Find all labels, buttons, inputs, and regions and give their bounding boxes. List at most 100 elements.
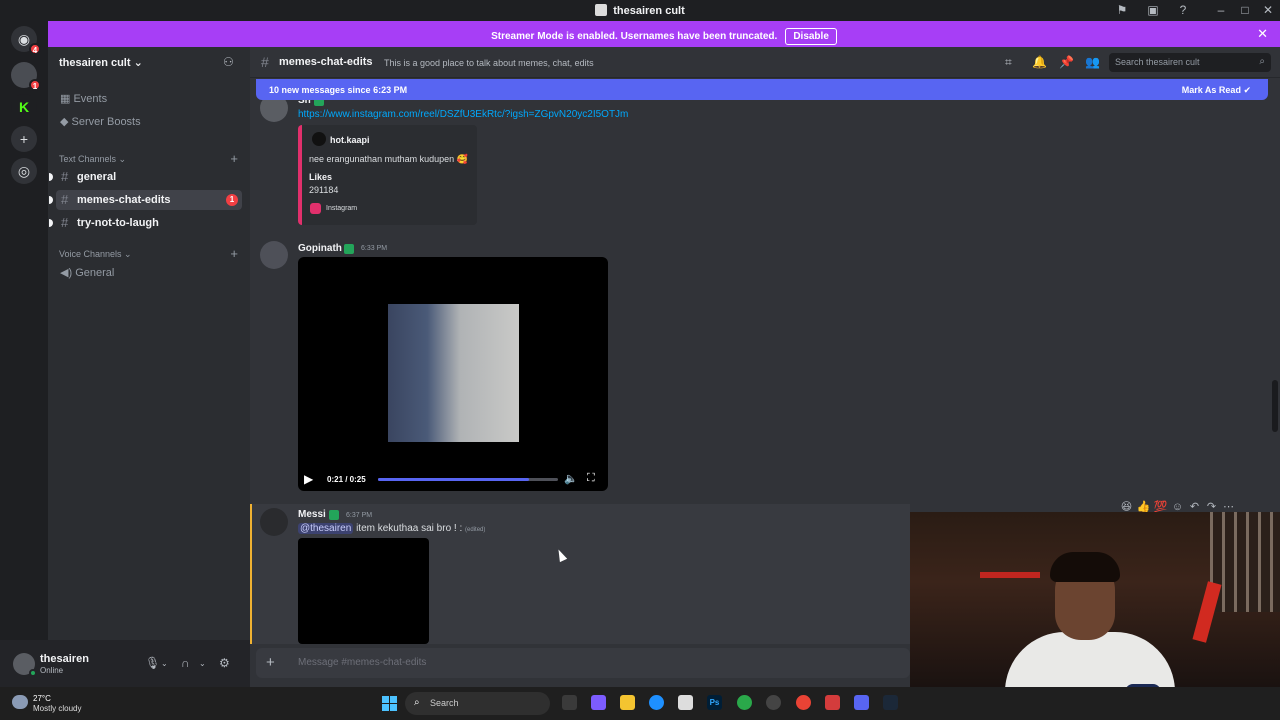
app-red-icon[interactable] (825, 695, 840, 710)
taskbar-search[interactable]: ⌕ Search (405, 692, 550, 715)
window-blinds (1210, 512, 1280, 612)
voice-channels-category[interactable]: Voice Channels ⌄ (59, 249, 132, 260)
online-status-icon (29, 669, 37, 677)
copilot-icon[interactable] (591, 695, 606, 710)
obs-icon[interactable] (766, 695, 781, 710)
channel-topic[interactable]: This is a good place to talk about memes… (384, 58, 594, 68)
banner-text: Streamer Mode is enabled. Usernames have… (491, 31, 778, 42)
streamer-mode-banner: Streamer Mode is enabled. Usernames have… (48, 21, 1280, 47)
new-messages-text: 10 new messages since 6:23 PM (269, 85, 408, 95)
weather-icon[interactable] (12, 695, 28, 709)
close-window-icon[interactable]: ✕ (1261, 3, 1275, 17)
create-voice-channel-icon[interactable]: + (230, 246, 238, 261)
minimize-icon[interactable]: – (1214, 3, 1228, 17)
hash-icon: # (61, 169, 69, 184)
search-icon: ⌕ (1259, 56, 1265, 67)
chevron-down-icon[interactable]: ⌄ (199, 659, 206, 668)
help-icon[interactable]: ? (1176, 3, 1190, 17)
embed-author[interactable]: hot.kaapi (330, 135, 370, 145)
events-item[interactable]: ▦ Events (60, 92, 107, 105)
channel-general[interactable]: # general (49, 167, 242, 187)
person-hair (1050, 552, 1120, 582)
embed-field-value: 291184 (309, 185, 339, 195)
kick-server-button[interactable]: K (11, 94, 37, 120)
chrome-icon[interactable] (796, 695, 811, 710)
photoshop-icon[interactable]: Ps (707, 695, 722, 710)
pin-icon[interactable]: 📌 (1059, 55, 1074, 69)
mark-as-read-button[interactable]: Mark As Read ✔ (1182, 85, 1251, 96)
chat-scrollbar[interactable] (1272, 380, 1278, 432)
message-composer[interactable]: + Message #memes-chat-edits (256, 648, 910, 678)
weather-description[interactable]: Mostly cloudy (33, 704, 81, 713)
close-icon[interactable]: ✕ (1257, 26, 1268, 42)
steam-icon[interactable] (883, 695, 898, 710)
video-player[interactable]: ▶ 0:21 / 0:25 🔈 ⛶ (298, 257, 608, 491)
video-progress-bar[interactable] (378, 478, 558, 481)
members-icon[interactable]: 👥 (1085, 55, 1100, 69)
store-icon[interactable] (678, 695, 693, 710)
play-icon[interactable]: ▶ (304, 472, 313, 486)
instagram-link[interactable]: https://www.instagram.com/reel/DSZfU3EkR… (298, 109, 628, 120)
headphones-icon[interactable]: ∩ (181, 656, 190, 670)
maximize-icon[interactable]: □ (1238, 3, 1252, 17)
message-author[interactable]: Messi (298, 509, 326, 520)
embed-description: nee erangunathan mutham kudupen 🥰 (309, 154, 468, 164)
file-explorer-icon[interactable] (620, 695, 635, 710)
create-text-channel-icon[interactable]: + (230, 151, 238, 166)
temperature[interactable]: 27°C (33, 694, 51, 703)
avatar[interactable] (260, 241, 288, 269)
threads-icon[interactable]: ⌗ (1005, 55, 1012, 70)
instagram-icon (310, 203, 321, 214)
voice-channel-general[interactable]: ◀) General (60, 266, 114, 279)
windows-start-icon[interactable] (382, 696, 397, 711)
channel-name: memes-chat-edits (279, 56, 373, 68)
microphone-icon[interactable]: 🎙 (145, 656, 160, 670)
edited-label: (edited) (465, 527, 486, 533)
search-input[interactable]: Search thesairen cult ⌕ (1109, 53, 1271, 72)
text-channels-category[interactable]: Text Channels ⌄ (59, 154, 126, 165)
unread-indicator (49, 219, 53, 227)
user-status: Online (40, 666, 64, 675)
server-boosts-item[interactable]: ◆ Server Boosts (60, 115, 141, 128)
username: thesairen (40, 653, 89, 665)
flag-icon[interactable]: ⚑ (1115, 3, 1129, 17)
user-panel: thesairen Online 🎙 ⌄ ∩ ⌄ ⚙ (0, 640, 250, 687)
boost-icon: ◆ (60, 116, 69, 128)
channel-memes-chat-edits[interactable]: # memes-chat-edits 1 (49, 190, 242, 210)
embed-footer: Instagram (326, 205, 358, 212)
channel-try-not-to-laugh[interactable]: # try-not-to-laugh (49, 213, 242, 233)
unread-indicator (49, 173, 53, 181)
webcam-overlay (910, 512, 1280, 687)
server-rail: ◉ 4 1 K + ◎ (0, 21, 48, 687)
bell-icon[interactable]: 🔔 (1032, 55, 1047, 69)
taskbar: 27°C Mostly cloudy ⌕ Search Ps (0, 687, 1280, 720)
discord-taskbar-icon[interactable] (854, 695, 869, 710)
embed-field-name: Likes (309, 172, 333, 182)
inbox-icon[interactable]: ▣ (1146, 3, 1160, 17)
add-server-icon[interactable]: + (11, 126, 37, 152)
server-thesairen-button[interactable]: 1 (11, 62, 41, 91)
add-attachment-icon[interactable]: + (266, 654, 275, 671)
message-author[interactable]: Gopinath (298, 243, 342, 254)
volume-icon[interactable]: 🔈 (564, 472, 578, 485)
search-icon: ⌕ (414, 697, 420, 708)
dm-badge: 4 (29, 43, 41, 55)
new-messages-bar[interactable]: 10 new messages since 6:23 PM Mark As Re… (256, 79, 1268, 100)
invite-icon[interactable]: ⚇ (223, 55, 234, 69)
edge-icon[interactable] (649, 695, 664, 710)
disable-button[interactable]: Disable (785, 28, 837, 45)
avatar[interactable] (260, 508, 288, 536)
task-view-icon[interactable] (562, 695, 577, 710)
message-input[interactable]: Message #memes-chat-edits (298, 657, 426, 668)
user-mention[interactable]: @thesairen (298, 523, 354, 534)
chevron-down-icon[interactable]: ⌄ (161, 659, 168, 668)
server-name-header[interactable]: thesairen cult ⌄ (59, 56, 143, 69)
fullscreen-icon[interactable]: ⛶ (587, 472, 595, 485)
app-green-icon[interactable] (737, 695, 752, 710)
attachment-preview[interactable] (298, 538, 429, 644)
server-badge: 1 (29, 79, 41, 91)
discover-icon[interactable]: ◎ (11, 158, 37, 184)
red-light (980, 572, 1040, 578)
gear-icon[interactable]: ⚙ (219, 656, 230, 670)
dm-home-button[interactable]: ◉ 4 (11, 26, 41, 55)
